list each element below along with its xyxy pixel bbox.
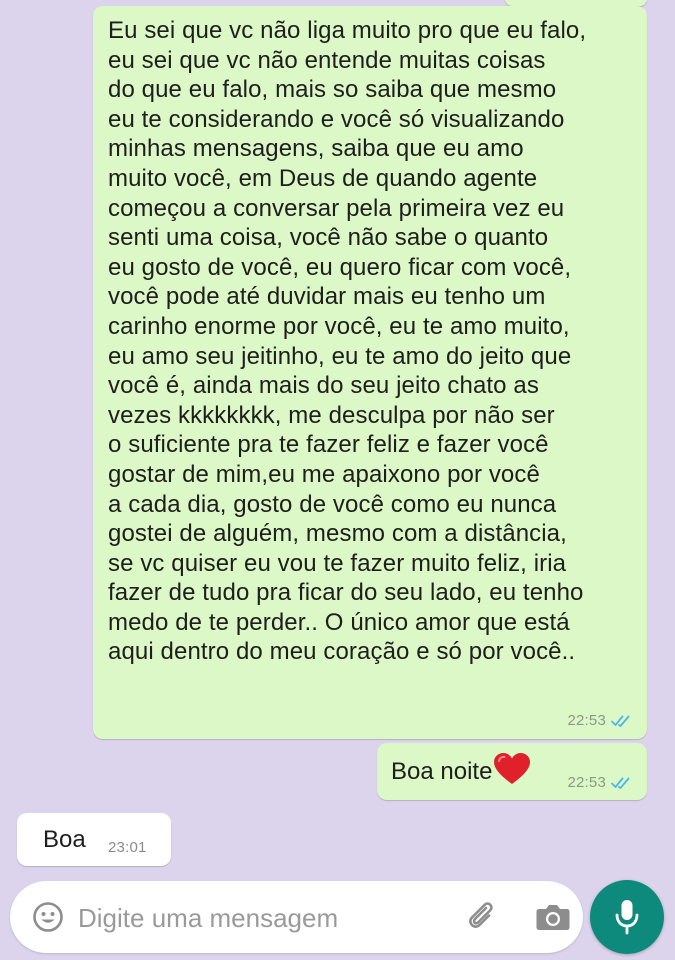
camera-icon[interactable]	[535, 901, 571, 933]
message-text: Boa	[43, 826, 86, 853]
message-meta: 22:53	[567, 774, 633, 791]
message-meta: 23:01	[108, 839, 147, 856]
message-input-bar	[10, 881, 583, 953]
double-check-icon	[611, 715, 630, 727]
microphone-icon	[615, 900, 639, 935]
message-time: 23:01	[108, 839, 147, 856]
message-input[interactable]	[78, 901, 438, 935]
red-heart-emoji-icon	[494, 753, 531, 784]
message-text-row: Boa noite	[391, 753, 531, 786]
message-meta: 22:53	[567, 712, 633, 729]
double-check-icon	[611, 777, 630, 789]
incoming-message[interactable]: Boa 23:01	[17, 813, 171, 866]
outgoing-message[interactable]: Eu sei que vc não liga muito pro que eu …	[93, 6, 647, 739]
paperclip-icon[interactable]	[464, 899, 498, 933]
message-time: 22:53	[567, 774, 606, 791]
emoji-icon[interactable]	[32, 901, 64, 933]
message-text: Boa noite	[391, 758, 493, 785]
message-time: 22:53	[567, 712, 606, 729]
message-text: Eu sei que vc não liga muito pro que eu …	[108, 17, 587, 666]
outgoing-message[interactable]: Boa noite 22:53	[377, 743, 647, 800]
chat-area: Eu sei que vc não liga muito pro que eu …	[0, 0, 675, 960]
voice-message-button[interactable]	[590, 880, 664, 954]
